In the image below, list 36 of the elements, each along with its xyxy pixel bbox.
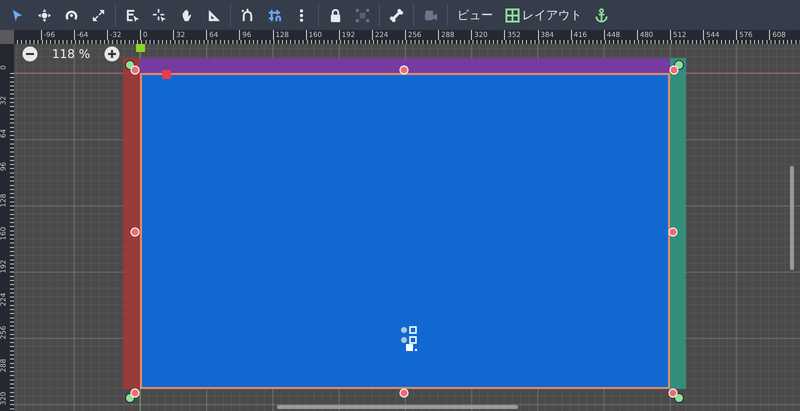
ruler-corner [0, 30, 14, 44]
resize-handle[interactable] [399, 388, 409, 398]
group-icon [355, 8, 370, 22]
bone-icon [389, 8, 404, 22]
resize-handle[interactable] [669, 65, 679, 75]
resize-handle[interactable] [130, 227, 140, 237]
magnet-icon [240, 8, 255, 22]
plus-icon [104, 46, 120, 62]
scale-arrows-icon [91, 8, 106, 22]
zoom-in-button[interactable] [104, 46, 120, 62]
grid-icon [505, 8, 520, 22]
cursor-icon [10, 8, 25, 22]
list-cursor-icon [125, 8, 140, 22]
lock-icon [328, 8, 343, 22]
horizontal-scrollbar[interactable] [277, 405, 518, 409]
resize-handle[interactable] [668, 388, 678, 398]
resize-handle[interactable] [130, 65, 140, 75]
minus-icon [22, 46, 38, 62]
canvas-viewport[interactable]: 118 % [14, 44, 800, 411]
crosshair-cursor-icon [152, 8, 167, 22]
resize-handle[interactable] [668, 227, 678, 237]
rotate-icon [64, 8, 79, 22]
zoom-out-button[interactable] [22, 46, 38, 62]
node-icons-drawing [401, 326, 417, 351]
view-menu[interactable]: ビュー [451, 2, 499, 28]
triangle-ruler-icon [206, 8, 221, 22]
anchor-icon [594, 8, 609, 22]
move-arrows-icon [37, 8, 52, 22]
resize-handle[interactable] [130, 388, 140, 398]
grid-magnet-icon [267, 8, 282, 22]
vertical-scrollbar[interactable] [790, 166, 794, 270]
resize-handle[interactable] [399, 65, 409, 75]
pivot-handle[interactable] [162, 70, 171, 79]
layout-menu[interactable]: レイアウト [499, 2, 588, 28]
zoom-reset-button[interactable]: 118 % [44, 47, 98, 61]
camera-icon [423, 8, 438, 22]
